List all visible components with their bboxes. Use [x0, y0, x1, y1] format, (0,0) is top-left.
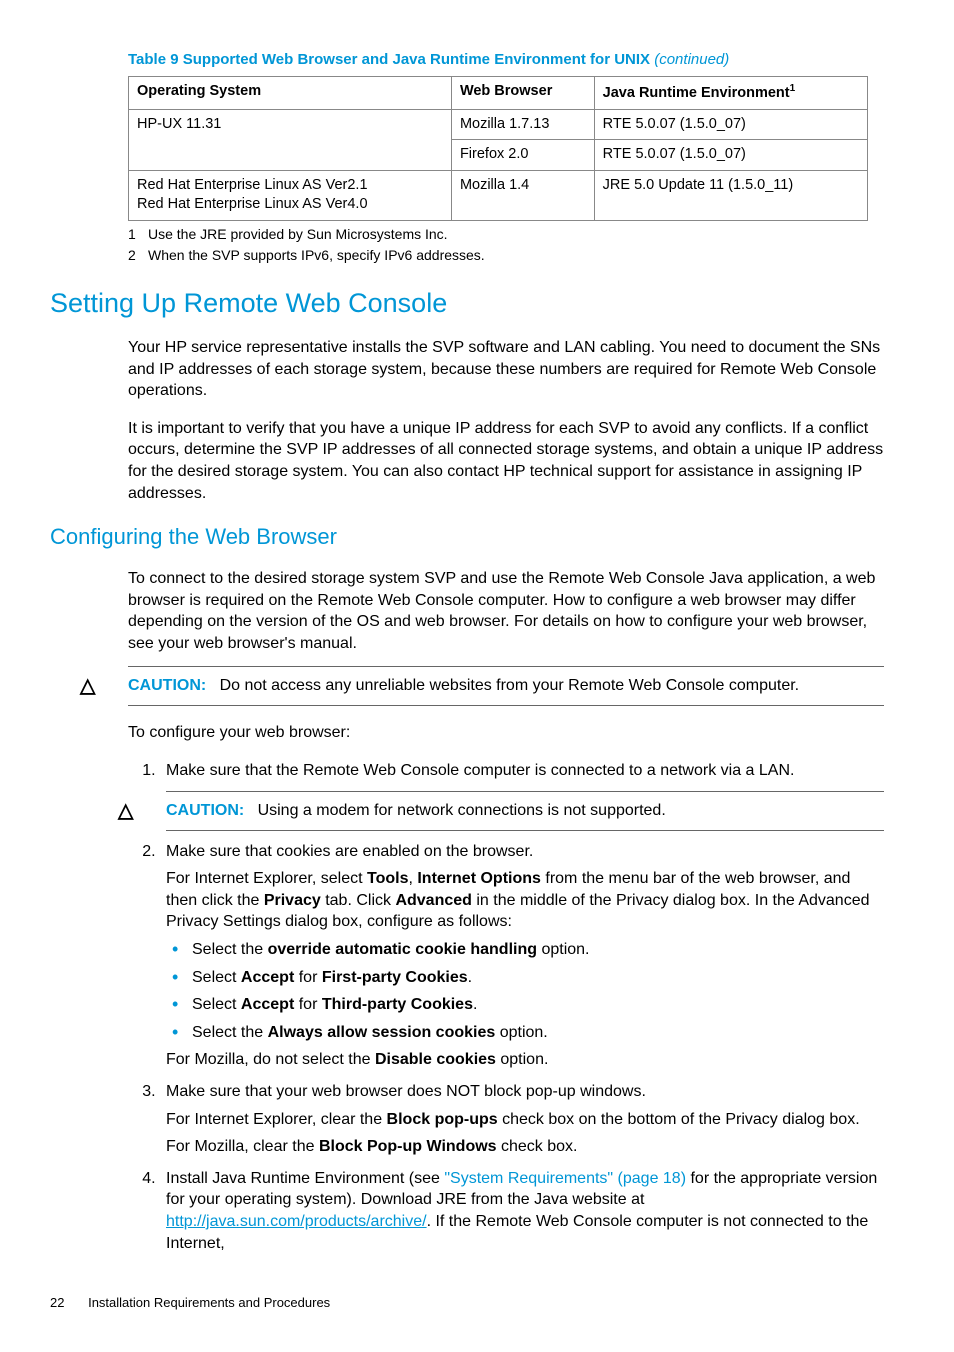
- page-footer: 22 Installation Requirements and Procedu…: [50, 1294, 884, 1312]
- bullet-first-party: Select Accept for First-party Cookies.: [192, 967, 884, 989]
- page-number: 22: [50, 1294, 64, 1312]
- table-caption: Table 9 Supported Web Browser and Java R…: [128, 50, 884, 70]
- cell-browser: Mozilla 1.7.13: [451, 109, 594, 140]
- step-2-mozilla: For Mozilla, do not select the Disable c…: [166, 1049, 884, 1071]
- caution-icon: △: [80, 673, 95, 700]
- step-1: Make sure that the Remote Web Console co…: [160, 760, 884, 831]
- table-row: HP-UX 11.31 Mozilla 1.7.13 RTE 5.0.07 (1…: [129, 109, 868, 140]
- caution-label: CAUTION:: [128, 677, 206, 694]
- cell-browser: Firefox 2.0: [451, 140, 594, 171]
- step-2: Make sure that cookies are enabled on th…: [160, 841, 884, 1071]
- step-4: Install Java Runtime Environment (see "S…: [160, 1168, 884, 1254]
- cell-jre: RTE 5.0.07 (1.5.0_07): [594, 109, 867, 140]
- caution-text: Using a modem for network connections is…: [258, 802, 666, 819]
- step-2-ie: For Internet Explorer, select Tools, Int…: [166, 868, 884, 933]
- bullet-session: Select the Always allow session cookies …: [192, 1022, 884, 1044]
- bullet-override: Select the override automatic cookie han…: [192, 939, 884, 961]
- step-3-ie: For Internet Explorer, clear the Block p…: [166, 1109, 884, 1131]
- browser-jre-table: Operating System Web Browser Java Runtim…: [128, 76, 868, 221]
- heading-setting-up: Setting Up Remote Web Console: [50, 285, 884, 321]
- footer-section: Installation Requirements and Procedures: [88, 1295, 330, 1310]
- step-3: Make sure that your web browser does NOT…: [160, 1081, 884, 1158]
- cell-os: Red Hat Enterprise Linux AS Ver2.1 Red H…: [129, 170, 452, 220]
- para-configure-lead: To configure your web browser:: [128, 722, 884, 744]
- bullet-third-party: Select Accept for Third-party Cookies.: [192, 994, 884, 1016]
- caution-text: Do not access any unreliable websites fr…: [220, 677, 800, 694]
- th-jre: Java Runtime Environment1: [594, 77, 867, 109]
- cell-browser: Mozilla 1.4: [451, 170, 594, 220]
- caution-unreliable-sites: △ CAUTION: Do not access any unreliable …: [128, 666, 884, 706]
- table-continued: (continued): [654, 51, 729, 68]
- th-browser: Web Browser: [451, 77, 594, 109]
- table-title-text: Table 9 Supported Web Browser and Java R…: [128, 51, 650, 68]
- heading-configuring-browser: Configuring the Web Browser: [50, 522, 884, 552]
- configure-steps: Make sure that the Remote Web Console co…: [128, 760, 884, 1255]
- step-3-mozilla: For Mozilla, clear the Block Pop-up Wind…: [166, 1136, 884, 1158]
- link-java-archive[interactable]: http://java.sun.com/products/archive/: [166, 1213, 427, 1230]
- caution-modem: △ CAUTION: Using a modem for network con…: [166, 791, 884, 831]
- caution-label: CAUTION:: [166, 802, 244, 819]
- para-intro-2: It is important to verify that you have …: [128, 418, 884, 504]
- cookie-options: Select the override automatic cookie han…: [166, 939, 884, 1043]
- cell-jre: JRE 5.0 Update 11 (1.5.0_11): [594, 170, 867, 220]
- cell-os: HP-UX 11.31: [129, 109, 452, 170]
- cell-jre: RTE 5.0.07 (1.5.0_07): [594, 140, 867, 171]
- th-os: Operating System: [129, 77, 452, 109]
- table-row: Red Hat Enterprise Linux AS Ver2.1 Red H…: [129, 170, 868, 220]
- caution-icon: △: [118, 798, 133, 825]
- para-intro-1: Your HP service representative installs …: [128, 337, 884, 402]
- para-configure-intro: To connect to the desired storage system…: [128, 568, 884, 654]
- link-system-requirements[interactable]: "System Requirements" (page 18): [444, 1170, 686, 1187]
- table-footnotes: 1Use the JRE provided by Sun Microsystem…: [128, 225, 884, 265]
